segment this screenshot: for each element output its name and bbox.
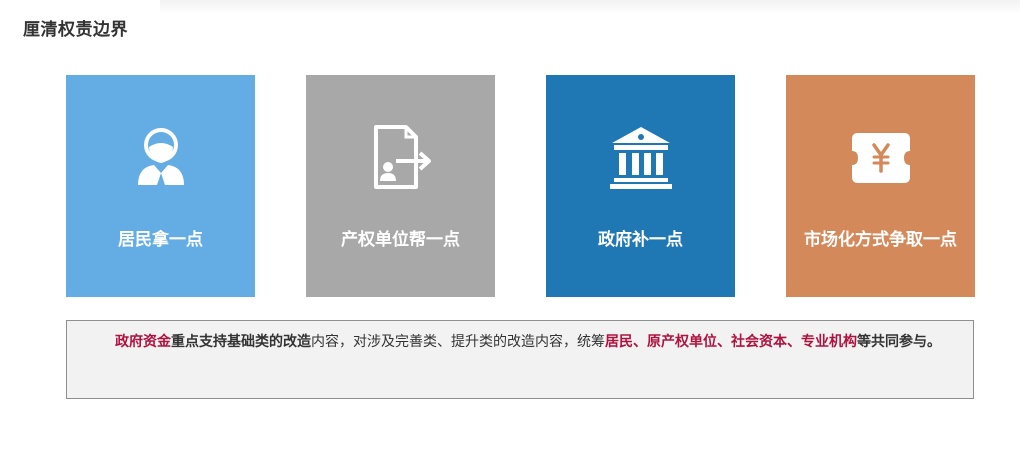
header-shadow — [160, 0, 1020, 14]
card-label: 居民拿一点 — [118, 230, 203, 250]
card-label: 政府补一点 — [598, 230, 683, 250]
note-text: 政府资金重点支持基础类的改造内容，对涉及完善类、提升类的改造内容，统筹居民、原产… — [75, 329, 965, 355]
resident-person-icon — [126, 123, 196, 193]
card-property-unit: 产权单位帮一点 — [306, 75, 495, 297]
card-government: 政府补一点 — [546, 75, 735, 297]
document-transfer-icon — [366, 123, 436, 193]
card-market: 市场化方式争取一点 — [786, 75, 975, 297]
card-label: 市场化方式争取一点 — [804, 230, 957, 250]
note-ending: 等共同参与。 — [857, 334, 941, 350]
yuan-ticket-icon — [846, 123, 916, 193]
note-government-funds: 政府资金 — [115, 334, 171, 350]
page: 厘清权责边界 居民拿一点 产权单位帮一点 政府补一点 市场化方式争取一点 政府资… — [0, 0, 1028, 469]
note-focus: 重点支持基础类的改造 — [171, 334, 311, 350]
page-title: 厘清权责边界 — [23, 20, 128, 40]
note-box: 政府资金重点支持基础类的改造内容，对涉及完善类、提升类的改造内容，统筹居民、原产… — [66, 320, 974, 399]
note-participants: 居民、原产权单位、社会资本、专业机构 — [605, 334, 857, 350]
government-building-icon — [606, 123, 676, 193]
note-body: 内容，对涉及完善类、提升类的改造内容，统筹 — [311, 334, 605, 350]
card-resident: 居民拿一点 — [66, 75, 255, 297]
card-label: 产权单位帮一点 — [341, 230, 460, 250]
